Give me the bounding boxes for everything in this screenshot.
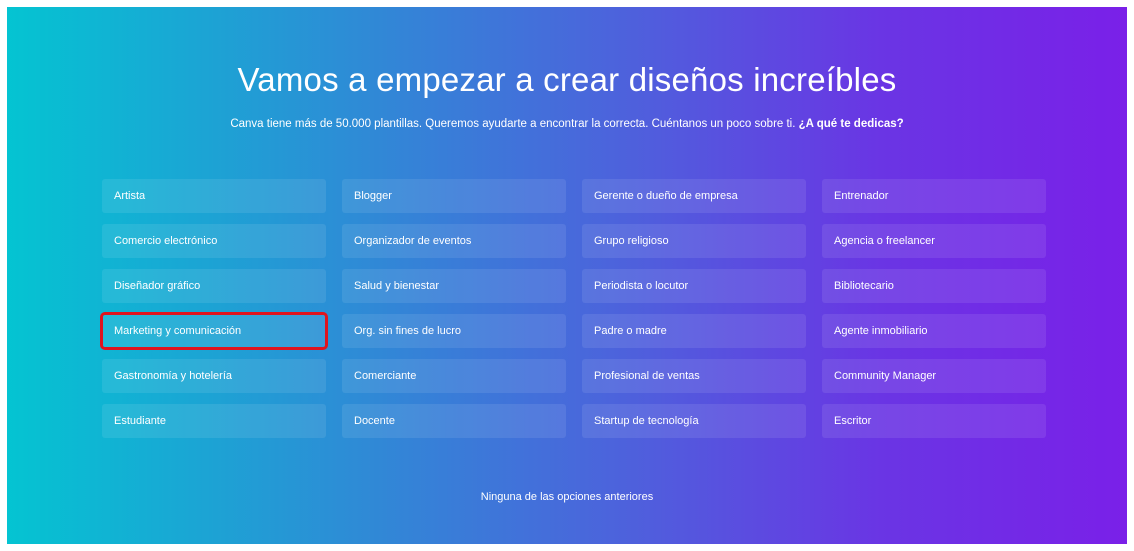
subtitle-text: Canva tiene más de 50.000 plantillas. Qu…	[230, 118, 799, 130]
onboarding-panel: Vamos a empezar a crear diseños increíbl…	[7, 7, 1127, 544]
option-community-manager[interactable]: Community Manager	[822, 359, 1046, 393]
option-grupo-religioso[interactable]: Grupo religioso	[582, 224, 806, 258]
option-gastronomia-y-hoteleria[interactable]: Gastronomía y hotelería	[102, 359, 326, 393]
option-profesional-de-ventas[interactable]: Profesional de ventas	[582, 359, 806, 393]
option-entrenador[interactable]: Entrenador	[822, 179, 1046, 213]
option-bibliotecario[interactable]: Bibliotecario	[822, 269, 1046, 303]
option-comerciante[interactable]: Comerciante	[342, 359, 566, 393]
option-disenador-grafico[interactable]: Diseñador gráfico	[102, 269, 326, 303]
option-marketing-y-comunicacion[interactable]: Marketing y comunicación	[100, 312, 328, 350]
page-title: Vamos a empezar a crear diseños increíbl…	[237, 61, 897, 98]
option-organizador-de-eventos[interactable]: Organizador de eventos	[342, 224, 566, 258]
option-agencia-o-freelancer[interactable]: Agencia o freelancer	[822, 224, 1046, 258]
option-startup-de-tecnologia[interactable]: Startup de tecnología	[582, 404, 806, 438]
option-escritor[interactable]: Escritor	[822, 404, 1046, 438]
option-salud-y-bienestar[interactable]: Salud y bienestar	[342, 269, 566, 303]
option-estudiante[interactable]: Estudiante	[102, 404, 326, 438]
option-agente-inmobiliario[interactable]: Agente inmobiliario	[822, 314, 1046, 348]
option-padre-o-madre[interactable]: Padre o madre	[582, 314, 806, 348]
option-org-sin-fines-de-lucro[interactable]: Org. sin fines de lucro	[342, 314, 566, 348]
option-comercio-electronico[interactable]: Comercio electrónico	[102, 224, 326, 258]
subtitle-question: ¿A qué te dedicas?	[798, 118, 904, 130]
option-blogger[interactable]: Blogger	[342, 179, 566, 213]
option-artista[interactable]: Artista	[102, 179, 326, 213]
none-of-the-above-button[interactable]: Ninguna de las opciones anteriores	[7, 491, 1127, 503]
option-periodista-o-locutor[interactable]: Periodista o locutor	[582, 269, 806, 303]
option-gerente-o-dueno-de-empresa[interactable]: Gerente o dueño de empresa	[582, 179, 806, 213]
page-subtitle: Canva tiene más de 50.000 plantillas. Qu…	[7, 118, 1127, 130]
option-docente[interactable]: Docente	[342, 404, 566, 438]
profession-options-grid: Artista Blogger Gerente o dueño de empre…	[100, 179, 1046, 438]
